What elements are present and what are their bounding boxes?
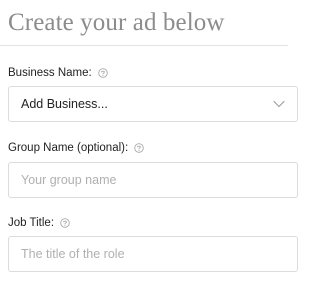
group-name-label: Group Name (optional):	[8, 142, 129, 154]
job-title-label-row: Job Title:	[8, 217, 70, 229]
job-title-input[interactable]	[9, 237, 297, 271]
page-title: Create your ad below	[8, 9, 225, 36]
title-divider	[0, 45, 288, 46]
job-title-label: Job Title:	[8, 217, 55, 229]
chevron-down-icon[interactable]	[273, 100, 285, 108]
business-name-selected-value: Add Business...	[21, 97, 108, 111]
question-circle-icon[interactable]	[97, 68, 108, 78]
question-circle-icon[interactable]	[60, 218, 70, 228]
business-name-select[interactable]: Add Business...	[8, 86, 298, 122]
group-name-input[interactable]	[9, 163, 297, 197]
job-title-field[interactable]	[8, 236, 298, 272]
group-name-field[interactable]	[8, 162, 298, 198]
business-name-label-row: Business Name:	[8, 67, 108, 79]
business-name-label: Business Name:	[8, 67, 92, 79]
question-circle-icon[interactable]	[134, 143, 144, 153]
group-name-label-row: Group Name (optional):	[8, 142, 144, 154]
